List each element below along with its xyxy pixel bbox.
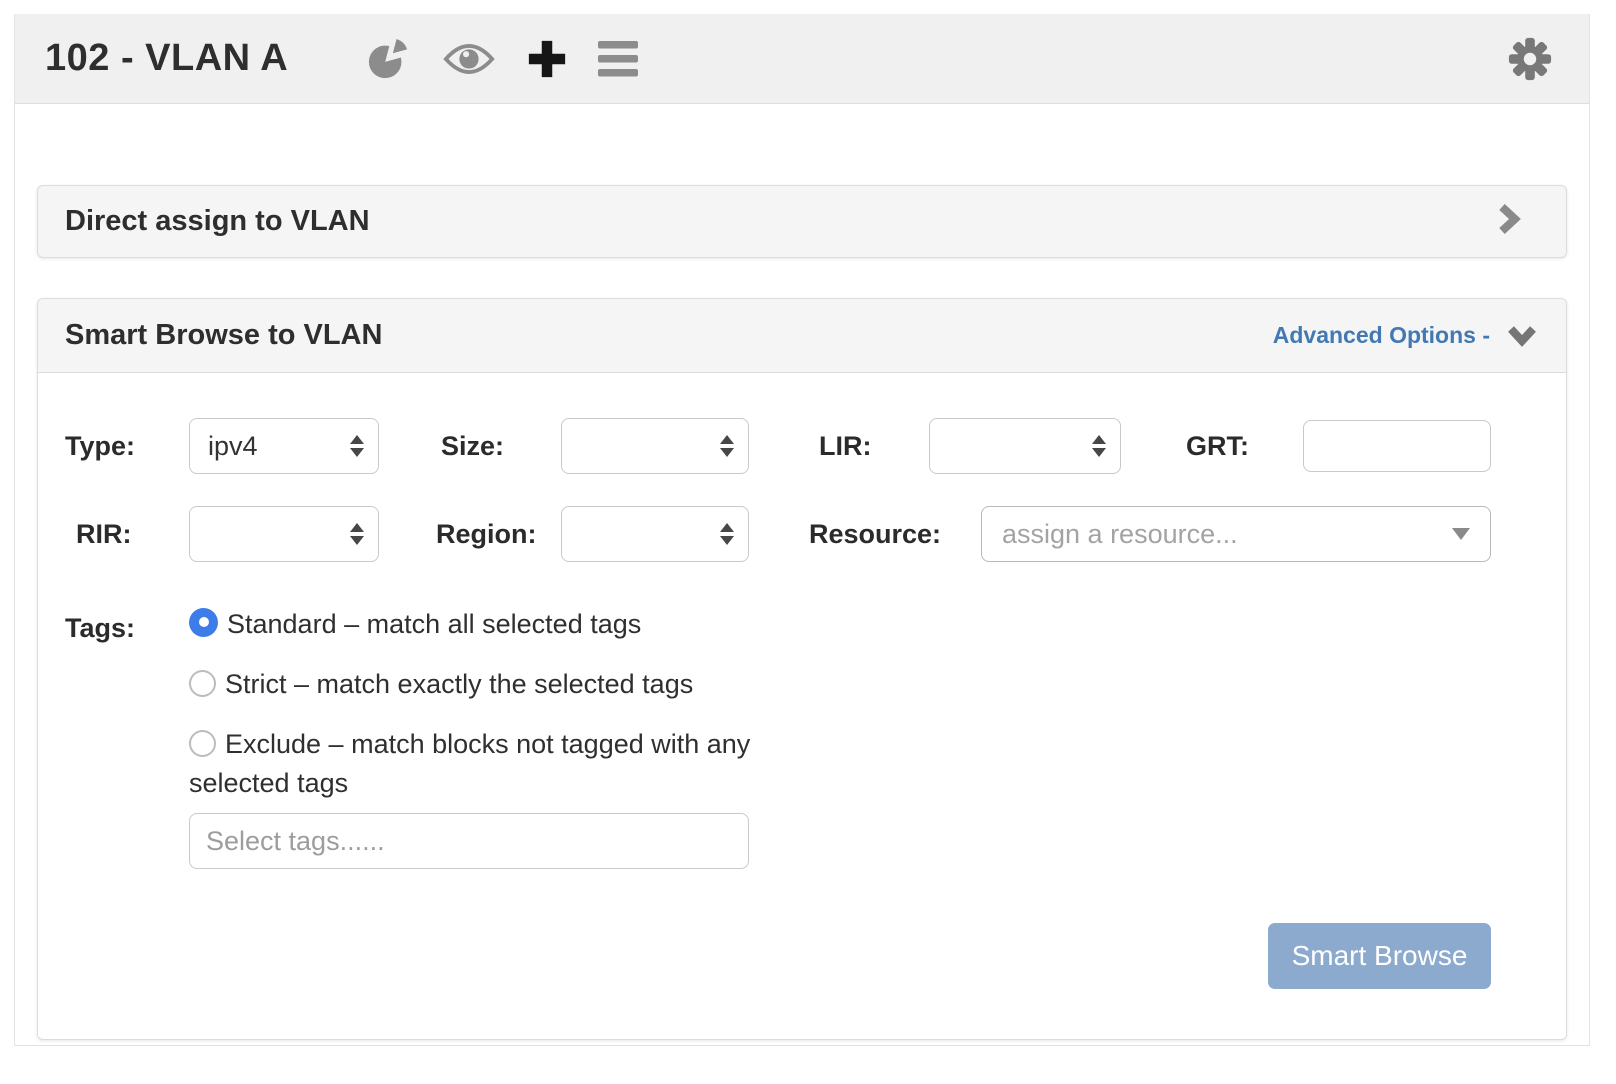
- grt-label: GRT:: [1186, 418, 1249, 474]
- radio-selected-icon[interactable]: [189, 608, 218, 637]
- select-stepper-icon: [350, 523, 364, 545]
- resource-label: Resource:: [809, 506, 941, 562]
- smart-browse-panel: Smart Browse to VLAN Advanced Options - …: [37, 298, 1567, 1040]
- grt-input[interactable]: [1303, 420, 1491, 472]
- tags-option-strict-label: Strict – match exactly the selected tags: [225, 669, 693, 699]
- eye-icon[interactable]: [442, 39, 496, 79]
- resource-select[interactable]: assign a resource...: [981, 506, 1491, 562]
- select-stepper-icon: [720, 523, 734, 545]
- lir-select[interactable]: [929, 418, 1121, 474]
- tags-option-exclude-label: Exclude – match blocks not tagged with a…: [189, 729, 750, 798]
- direct-assign-panel-header[interactable]: Direct assign to VLAN: [37, 185, 1567, 258]
- rir-label: RIR:: [76, 506, 132, 562]
- caret-down-icon: [1452, 528, 1470, 540]
- form-row-1: Type: ipv4 Size: LIR: GRT:: [38, 418, 1566, 474]
- lir-label: LIR:: [819, 418, 871, 474]
- tags-label: Tags:: [65, 613, 135, 644]
- settings-gear-icon[interactable]: [1507, 36, 1553, 82]
- type-select[interactable]: ipv4: [189, 418, 379, 474]
- smart-browse-button[interactable]: Smart Browse: [1268, 923, 1491, 989]
- select-stepper-icon: [1092, 435, 1106, 457]
- select-stepper-icon: [350, 435, 364, 457]
- smart-browse-panel-header[interactable]: Smart Browse to VLAN Advanced Options -: [38, 299, 1566, 373]
- select-tags-input[interactable]: [189, 813, 749, 869]
- tags-radio-group: Standard – match all selected tags Stric…: [189, 605, 754, 825]
- direct-assign-title: Direct assign to VLAN: [65, 205, 370, 238]
- chevron-down-icon[interactable]: [1506, 324, 1538, 348]
- advanced-options-link[interactable]: Advanced Options -: [1273, 322, 1490, 349]
- radio-unselected-icon[interactable]: [189, 730, 216, 757]
- widget-header: 102 - VLAN A: [15, 14, 1589, 104]
- pie-chart-icon[interactable]: [366, 34, 412, 84]
- tags-option-standard-label: Standard – match all selected tags: [227, 609, 641, 639]
- form-row-2: RIR: Region: Resource: assign a resource…: [38, 506, 1566, 562]
- tags-option-standard[interactable]: Standard – match all selected tags: [189, 605, 754, 644]
- size-label: Size:: [441, 418, 504, 474]
- type-label: Type:: [65, 418, 135, 474]
- radio-unselected-icon[interactable]: [189, 670, 216, 697]
- menu-icon[interactable]: [598, 40, 638, 78]
- tags-option-strict[interactable]: Strict – match exactly the selected tags: [189, 665, 754, 704]
- region-select[interactable]: [561, 506, 749, 562]
- select-stepper-icon: [720, 435, 734, 457]
- tags-option-exclude[interactable]: Exclude – match blocks not tagged with a…: [189, 725, 754, 803]
- region-label: Region:: [436, 506, 537, 562]
- header-toolbar: [366, 34, 638, 84]
- chevron-right-icon: [1496, 202, 1522, 241]
- type-select-value: ipv4: [208, 431, 350, 462]
- rir-select[interactable]: [189, 506, 379, 562]
- size-select[interactable]: [561, 418, 749, 474]
- add-icon[interactable]: [526, 37, 568, 81]
- smart-browse-form: Type: ipv4 Size: LIR: GRT:: [38, 373, 1566, 1039]
- resource-select-placeholder: assign a resource...: [1002, 519, 1452, 550]
- page-title: 102 - VLAN A: [45, 37, 288, 80]
- smart-browse-title: Smart Browse to VLAN: [65, 319, 382, 352]
- vlan-widget: 102 - VLAN A: [14, 14, 1590, 1046]
- widget-body: Direct assign to VLAN Smart Browse to VL…: [15, 104, 1589, 1045]
